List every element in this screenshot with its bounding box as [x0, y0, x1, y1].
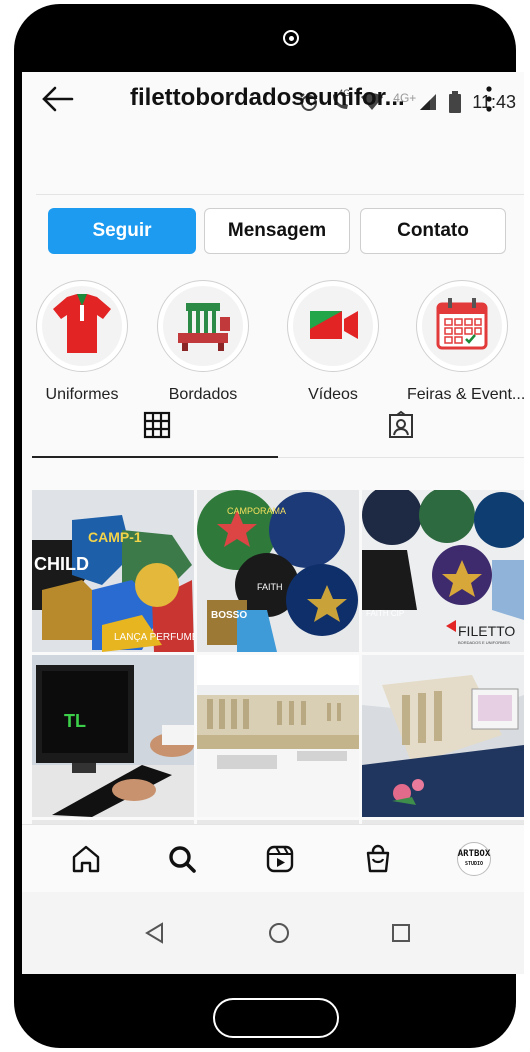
- svg-text:CAMP-1: CAMP-1: [88, 529, 142, 545]
- profile-avatar[interactable]: ARTBOX STUDIO: [456, 841, 492, 877]
- follow-button[interactable]: Seguir: [48, 208, 196, 254]
- arrow-left-icon[interactable]: [40, 84, 74, 114]
- highlight-feiras-eventos[interactable]: Feiras & Event...: [407, 280, 524, 404]
- home-icon[interactable]: [68, 841, 104, 877]
- svg-text:BOSSO: BOSSO: [211, 610, 247, 621]
- profile-username: filettobordadoseunifor...: [130, 84, 405, 111]
- post-thumbnail[interactable]: TL: [32, 655, 194, 817]
- embroidery-machine-icon: [168, 289, 238, 364]
- post-thumbnail[interactable]: CAMPORAMA FAITH BOSSO: [197, 490, 359, 652]
- contact-button[interactable]: Contato: [360, 208, 506, 254]
- highlight-label: Uniformes: [45, 386, 119, 403]
- grid-icon[interactable]: [142, 410, 172, 440]
- clock: 11:43: [472, 91, 516, 112]
- calendar-icon: [430, 292, 494, 361]
- front-camera: [283, 30, 299, 46]
- svg-text:CAMPORAMA: CAMPORAMA: [227, 506, 286, 516]
- svg-text:CHILD: CHILD: [34, 554, 89, 574]
- battery-icon: [448, 91, 462, 113]
- hardware-home-button[interactable]: [213, 998, 339, 1038]
- highlight-label: Vídeos: [308, 386, 358, 403]
- back-triangle-icon[interactable]: [142, 920, 168, 946]
- post-thumbnail[interactable]: [197, 655, 359, 817]
- svg-text:LANÇA PERFUME: LANÇA PERFUME: [114, 632, 194, 643]
- message-button[interactable]: Mensagem: [204, 208, 350, 254]
- signal-icon: [418, 92, 438, 112]
- reels-icon[interactable]: [262, 841, 298, 877]
- svg-text:FAITH CIP: FAITH CIP: [366, 609, 404, 618]
- tab-divider: [278, 457, 524, 458]
- recents-square-icon[interactable]: [388, 920, 414, 946]
- post-thumbnail[interactable]: [362, 655, 524, 817]
- post-thumbnail[interactable]: FAITH CIP FILETTO BORDADOS E UNIFORMES: [362, 490, 524, 652]
- svg-text:BORDADOS E UNIFORMES: BORDADOS E UNIFORMES: [458, 640, 510, 645]
- highlight-label: Bordados: [168, 386, 238, 403]
- header-divider: [36, 194, 524, 195]
- tab-active-indicator: [32, 456, 278, 458]
- post-thumbnail[interactable]: CHILD CAMP-1 LANÇA PERFUME: [32, 490, 194, 652]
- highlight-bordados[interactable]: Bordados: [148, 280, 258, 404]
- svg-text:TL: TL: [64, 711, 86, 731]
- highlight-uniformes[interactable]: Uniformes: [27, 280, 137, 404]
- system-navigation-bar: [22, 892, 524, 974]
- shop-icon[interactable]: [360, 841, 396, 877]
- highlight-videos[interactable]: Vídeos: [278, 280, 388, 404]
- bottom-nav: ARTBOX STUDIO: [22, 824, 524, 891]
- vertical-dots-icon[interactable]: [484, 84, 494, 114]
- svg-text:FAITH: FAITH: [257, 582, 283, 592]
- highlight-label: Feiras & Event...: [407, 386, 524, 403]
- app-screen: 4G 4G+ 11:43 filettobordadoseunifor... S…: [22, 72, 524, 974]
- video-camera-icon: [298, 289, 368, 364]
- tagged-person-icon[interactable]: [386, 410, 416, 440]
- home-circle-icon[interactable]: [266, 920, 292, 946]
- svg-text:FILETTO: FILETTO: [458, 623, 515, 639]
- polo-shirt-icon: [45, 287, 119, 366]
- search-icon[interactable]: [164, 841, 200, 877]
